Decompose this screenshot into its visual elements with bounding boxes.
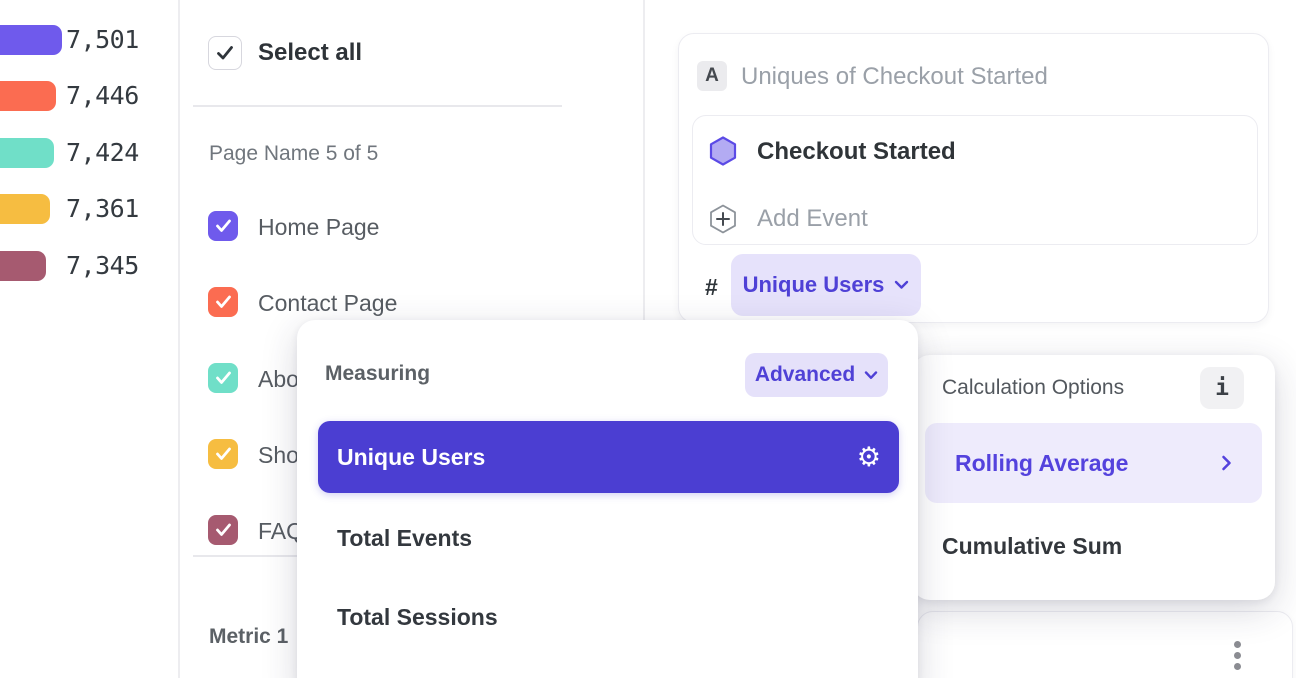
kebab-dot bbox=[1234, 663, 1241, 670]
item-label[interactable]: Contact Page bbox=[258, 290, 397, 317]
legend-color-bar bbox=[0, 25, 62, 55]
check-icon bbox=[215, 447, 232, 461]
check-icon bbox=[216, 45, 234, 61]
panel-divider bbox=[178, 0, 180, 678]
kebab-dot bbox=[1234, 652, 1241, 659]
series-badge: A bbox=[697, 61, 727, 91]
calculation-options-popup: Calculation Options i Rolling Average Cu… bbox=[912, 355, 1275, 600]
legend-color-bar bbox=[0, 251, 46, 281]
legend-value: 7,424 bbox=[66, 138, 139, 168]
measured-as-value: Unique Users bbox=[743, 272, 885, 298]
check-icon bbox=[215, 523, 232, 537]
legend-value: 7,345 bbox=[66, 251, 139, 281]
measured-as-dropdown[interactable]: Unique Users bbox=[731, 254, 921, 316]
divider bbox=[193, 105, 562, 107]
legend-value: 7,501 bbox=[66, 25, 139, 55]
chevron-down-icon bbox=[864, 371, 878, 380]
measure-type-symbol: # bbox=[705, 274, 718, 301]
gear-icon[interactable]: ⚙ bbox=[857, 444, 881, 471]
item-checkbox[interactable] bbox=[208, 287, 238, 317]
measuring-header: Measuring bbox=[325, 362, 430, 386]
check-icon bbox=[215, 371, 232, 385]
calculation-options-header: Calculation Options bbox=[942, 376, 1124, 400]
item-label[interactable]: Home Page bbox=[258, 214, 379, 241]
metric-label: Metric 1 bbox=[209, 625, 288, 649]
group-label: Page Name 5 of 5 bbox=[209, 142, 378, 166]
menu-item-cumulative-sum[interactable]: Cumulative Sum bbox=[942, 533, 1122, 560]
event-name[interactable]: Checkout Started bbox=[757, 138, 956, 166]
menu-item-label: Unique Users bbox=[337, 444, 485, 471]
check-icon bbox=[215, 219, 232, 233]
legend-color-bar bbox=[0, 194, 50, 224]
more-options-icon[interactable] bbox=[1234, 641, 1241, 670]
next-metric-card bbox=[917, 611, 1293, 678]
chevron-right-icon bbox=[1221, 455, 1232, 471]
chevron-down-icon bbox=[894, 280, 909, 290]
kebab-dot bbox=[1234, 641, 1241, 648]
event-builder-card: A Uniques of Checkout Started Checkout S… bbox=[678, 33, 1269, 323]
advanced-dropdown[interactable]: Advanced bbox=[745, 353, 888, 397]
event-hexagon-icon bbox=[706, 134, 740, 168]
info-icon[interactable]: i bbox=[1200, 367, 1244, 409]
menu-item-label: Rolling Average bbox=[955, 450, 1128, 477]
legend-value: 7,361 bbox=[66, 194, 139, 224]
analytics-app: 7,501 7,446 7,424 7,361 7,345 Select all bbox=[0, 0, 1296, 678]
metric-title-input[interactable]: Uniques of Checkout Started bbox=[741, 63, 1048, 91]
menu-item-total-events[interactable]: Total Events bbox=[337, 525, 472, 552]
legend-color-bar bbox=[0, 138, 54, 168]
item-checkbox[interactable] bbox=[208, 515, 238, 545]
menu-item-total-sessions[interactable]: Total Sessions bbox=[337, 604, 498, 631]
measuring-popup: Measuring Advanced Unique Users ⚙ Total … bbox=[297, 320, 918, 678]
add-event-icon bbox=[706, 202, 740, 236]
event-list-card: Checkout Started Add Event bbox=[692, 115, 1258, 245]
item-checkbox[interactable] bbox=[208, 211, 238, 241]
advanced-label: Advanced bbox=[755, 363, 855, 387]
select-all-checkbox[interactable] bbox=[208, 36, 242, 70]
legend-color-bar bbox=[0, 81, 56, 111]
item-checkbox[interactable] bbox=[208, 439, 238, 469]
add-event-label[interactable]: Add Event bbox=[757, 205, 868, 233]
select-all-label[interactable]: Select all bbox=[258, 39, 362, 67]
check-icon bbox=[215, 295, 232, 309]
menu-item-rolling-average[interactable]: Rolling Average bbox=[925, 423, 1262, 503]
menu-item-unique-users-selected[interactable]: Unique Users ⚙ bbox=[318, 421, 899, 493]
item-checkbox[interactable] bbox=[208, 363, 238, 393]
legend-value: 7,446 bbox=[66, 81, 139, 111]
